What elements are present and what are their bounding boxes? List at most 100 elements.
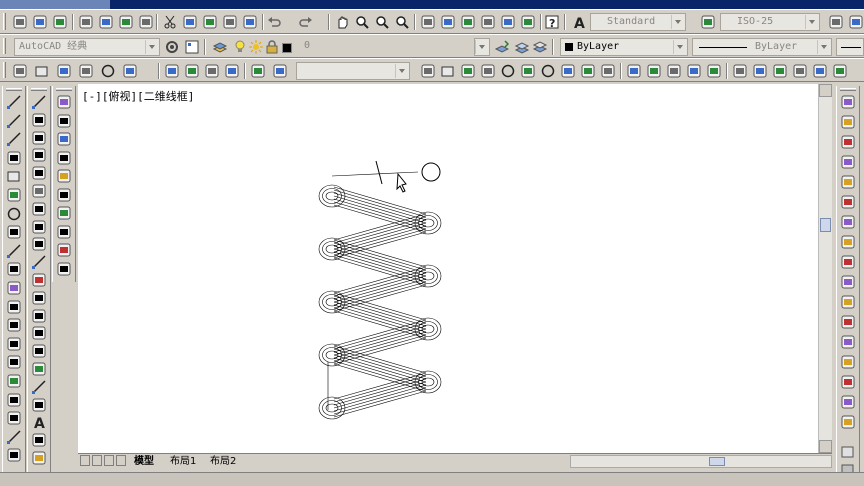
baseline-icon[interactable]	[31, 254, 47, 270]
camera-icon[interactable]	[250, 63, 266, 79]
quickcalc-icon[interactable]	[520, 14, 536, 30]
revolve-icon[interactable]	[686, 63, 702, 79]
spline-icon[interactable]	[6, 243, 22, 259]
polygon-icon[interactable]	[6, 150, 22, 166]
construction-line-icon[interactable]	[6, 113, 22, 129]
tab-model[interactable]: 模型	[134, 455, 154, 468]
last-tab-button[interactable]	[116, 455, 126, 466]
scroll-up-arrow[interactable]	[819, 84, 832, 97]
view-right-icon[interactable]	[224, 63, 240, 79]
publish-icon[interactable]	[118, 14, 134, 30]
color-combo[interactable]: ByLayer	[560, 38, 688, 56]
3d-move-icon[interactable]	[792, 63, 808, 79]
first-tab-button[interactable]	[80, 455, 90, 466]
revision-cloud-icon[interactable]	[6, 224, 22, 240]
visual-styles-icon[interactable]	[272, 63, 288, 79]
ellipse-icon[interactable]	[6, 261, 22, 277]
zoom-previous-icon[interactable]	[394, 14, 410, 30]
make-current-layer-icon[interactable]	[494, 39, 510, 55]
solid-extrude-faces-icon[interactable]	[56, 113, 72, 129]
paste-icon[interactable]	[202, 14, 218, 30]
join-icon[interactable]	[840, 354, 856, 370]
workspace-combo[interactable]: AutoCAD 经典	[14, 38, 160, 56]
circle-icon[interactable]	[6, 206, 22, 222]
point-icon[interactable]	[6, 336, 22, 352]
help-icon[interactable]: ?	[544, 14, 560, 30]
offset-icon[interactable]	[840, 154, 856, 170]
center-mark-icon[interactable]	[31, 343, 47, 359]
pyramid-icon[interactable]	[560, 63, 576, 79]
cylinder-icon[interactable]	[520, 63, 536, 79]
multileader-style-icon[interactable]	[848, 14, 864, 30]
layer-on-icon[interactable]	[232, 39, 248, 55]
lineweight-combo[interactable]	[836, 38, 864, 56]
zoom-realtime-icon[interactable]	[354, 14, 370, 30]
layer-properties-icon[interactable]	[212, 39, 228, 55]
tab-layout2[interactable]: 布局2	[210, 455, 236, 468]
dimension-angular-icon[interactable]	[31, 219, 47, 235]
visual-style-combo[interactable]	[296, 62, 410, 80]
solid-imprint-icon[interactable]	[56, 131, 72, 147]
solid-check-icon[interactable]	[56, 187, 72, 203]
drawing-canvas[interactable]: [-][俯视][二维线框]	[78, 84, 818, 453]
cone-icon[interactable]	[78, 63, 94, 79]
dim-style-icon[interactable]	[700, 14, 716, 30]
table-style-icon[interactable]	[828, 14, 844, 30]
text-style-combo[interactable]: Standard	[590, 13, 686, 31]
dimension-diameter-icon[interactable]	[31, 201, 47, 217]
dimension-jogged-icon[interactable]	[31, 183, 47, 199]
3d-rotate-icon[interactable]	[812, 63, 828, 79]
break-icon[interactable]	[840, 334, 856, 350]
inspection-icon[interactable]	[31, 361, 47, 377]
jogged-linear-icon[interactable]	[31, 379, 47, 395]
move-icon[interactable]	[840, 194, 856, 210]
trim-icon[interactable]	[840, 274, 856, 290]
multiline-text-icon[interactable]	[6, 429, 22, 445]
arc-icon[interactable]	[6, 187, 22, 203]
tolerance-icon[interactable]	[31, 325, 47, 341]
linetype-combo[interactable]: ByLayer	[692, 38, 832, 56]
insert-block-icon[interactable]	[6, 299, 22, 315]
sheet-set-icon[interactable]	[480, 14, 496, 30]
solid-interfere-icon[interactable]	[56, 242, 72, 258]
horizontal-scrollbar[interactable]	[570, 455, 832, 468]
text-style-icon[interactable]: A	[571, 14, 587, 30]
dimension-linear-icon[interactable]	[31, 94, 47, 110]
workspace-settings-icon[interactable]	[164, 39, 180, 55]
wedge-icon[interactable]	[460, 63, 476, 79]
section-plane-icon[interactable]	[56, 261, 72, 277]
dimension-ordinate-icon[interactable]	[31, 147, 47, 163]
rectangle-icon[interactable]	[6, 168, 22, 184]
scroll-thumb[interactable]	[820, 218, 831, 232]
cylinder-icon[interactable]	[122, 63, 138, 79]
pan-icon[interactable]	[334, 14, 350, 30]
dimension-text-edit-icon[interactable]: A	[31, 414, 47, 430]
redo-icon[interactable]	[298, 14, 314, 30]
undo-icon[interactable]	[266, 14, 282, 30]
helix-icon[interactable]	[580, 63, 596, 79]
layer-combo[interactable]: 0	[278, 38, 474, 56]
open-icon[interactable]	[32, 14, 48, 30]
polyline-icon[interactable]	[6, 131, 22, 147]
line-icon[interactable]	[6, 94, 22, 110]
stretch-icon[interactable]	[840, 254, 856, 270]
dimension-arc-icon[interactable]	[31, 130, 47, 146]
polysolid-icon[interactable]	[12, 63, 28, 79]
command-line-area[interactable]	[0, 472, 864, 486]
solid-slice-icon[interactable]	[56, 224, 72, 240]
loft-icon[interactable]	[706, 63, 722, 79]
dimension-update-icon[interactable]	[31, 432, 47, 448]
scroll-down-arrow[interactable]	[819, 440, 832, 453]
design-center-icon[interactable]	[440, 14, 456, 30]
vertical-scrollbar[interactable]	[818, 84, 832, 453]
torus-icon[interactable]	[540, 63, 556, 79]
erase-icon[interactable]	[840, 94, 856, 110]
array-icon[interactable]	[840, 174, 856, 190]
sphere-icon[interactable]	[500, 63, 516, 79]
copy-object-icon[interactable]	[840, 114, 856, 130]
region-icon[interactable]	[6, 392, 22, 408]
tab-layout1[interactable]: 布局1	[170, 455, 196, 468]
extrude-icon[interactable]	[626, 63, 642, 79]
intersect-icon[interactable]	[772, 63, 788, 79]
block-editor-icon[interactable]	[242, 14, 258, 30]
